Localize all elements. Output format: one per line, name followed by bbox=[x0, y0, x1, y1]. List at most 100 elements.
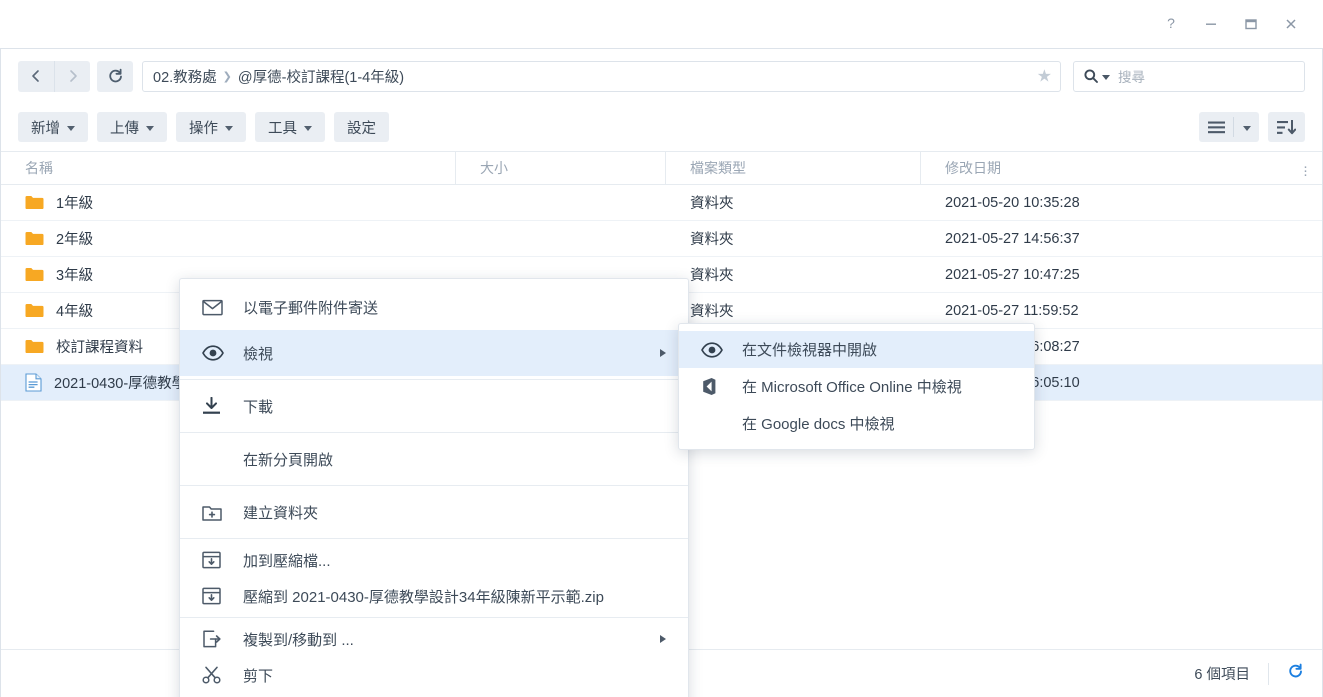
chevron-right-icon bbox=[660, 635, 666, 643]
column-header-name[interactable]: 名稱 bbox=[1, 152, 456, 184]
breadcrumb-separator: ❯ bbox=[222, 70, 232, 83]
eye-icon bbox=[202, 345, 226, 361]
menu-item-label: 以電子郵件附件寄送 bbox=[243, 299, 379, 317]
search-box[interactable]: 搜尋 bbox=[1073, 60, 1305, 92]
file-type-cell: 資料夾 bbox=[690, 304, 734, 320]
toolbar: 新增 上傳 操作 工具 設定 bbox=[1, 103, 1322, 151]
favorite-star-icon[interactable]: ★ bbox=[1037, 68, 1052, 85]
menu-separator bbox=[180, 617, 688, 618]
svg-text:?: ? bbox=[1167, 16, 1175, 31]
folder-plus-icon bbox=[202, 504, 226, 521]
settings-button[interactable]: 設定 bbox=[334, 112, 389, 142]
tools-button-label: 工具 bbox=[268, 120, 297, 137]
file-name-label: 校訂課程資料 bbox=[56, 340, 143, 356]
breadcrumb-item-1[interactable]: @厚德-校訂課程(1-4年級) bbox=[238, 66, 404, 87]
chevron-down-icon bbox=[67, 125, 75, 131]
column-header-row: 名稱 大小 檔案類型 修改日期 · · · bbox=[1, 151, 1322, 185]
office-icon bbox=[701, 377, 725, 396]
submenu-item-label: 在 Microsoft Office Online 中檢視 bbox=[742, 379, 962, 396]
breadcrumb-item-0[interactable]: 02.教務處 bbox=[153, 66, 217, 87]
create-button[interactable]: 新增 bbox=[18, 112, 88, 142]
menu-open-new-tab[interactable]: 在新分頁開啟 bbox=[180, 436, 688, 482]
menu-item-label: 複製到/移動到 ... bbox=[243, 631, 354, 649]
archive-icon bbox=[202, 587, 226, 605]
menu-view[interactable]: 檢視 bbox=[180, 330, 688, 376]
close-icon[interactable] bbox=[1271, 8, 1311, 40]
file-name-cell[interactable]: 1年級 bbox=[1, 192, 456, 213]
column-header-modified[interactable]: 修改日期 bbox=[921, 152, 1322, 184]
file-modified-cell: 2021-05-27 14:56:37 bbox=[945, 230, 1080, 247]
search-scope-caret-icon[interactable] bbox=[1102, 75, 1110, 80]
menu-item-label: 下載 bbox=[243, 398, 274, 416]
folder-icon bbox=[25, 268, 44, 281]
menu-item-label: 加到壓縮檔... bbox=[243, 552, 331, 570]
status-refresh-icon[interactable] bbox=[1287, 663, 1304, 685]
context-menu[interactable]: 以電子郵件附件寄送 檢視下載在新分頁開啟 建立資料夾加到壓縮檔... 壓縮到 2021… bbox=[179, 278, 689, 697]
upload-button[interactable]: 上傳 bbox=[97, 112, 167, 142]
back-button[interactable] bbox=[18, 60, 54, 92]
search-input[interactable]: 搜尋 bbox=[1118, 66, 1145, 86]
menu-send-as-email[interactable]: 以電子郵件附件寄送 bbox=[180, 284, 688, 330]
folder-icon bbox=[25, 196, 44, 209]
menu-cut[interactable]: 剪下 bbox=[180, 657, 688, 693]
eye-icon bbox=[701, 341, 723, 358]
file-type-cell: 資料夾 bbox=[690, 268, 734, 284]
menu-item-label: 剪下 bbox=[243, 667, 274, 685]
maximize-icon[interactable] bbox=[1231, 8, 1271, 40]
tools-button[interactable]: 工具 bbox=[255, 112, 325, 142]
create-button-label: 新增 bbox=[31, 120, 60, 137]
action-button[interactable]: 操作 bbox=[176, 112, 246, 142]
sort-button[interactable] bbox=[1268, 112, 1305, 142]
refresh-button[interactable] bbox=[97, 60, 133, 92]
search-icon bbox=[1084, 69, 1098, 83]
folder-icon bbox=[25, 232, 44, 245]
upload-button-label: 上傳 bbox=[110, 120, 139, 137]
chevron-down-icon bbox=[146, 125, 154, 131]
window-body: 02.教務處 ❯ @厚德-校訂課程(1-4年級) ★ 搜尋 新增 上傳 操作 工… bbox=[0, 48, 1323, 697]
office-icon bbox=[703, 378, 716, 395]
item-count-label: 6 個項目 bbox=[1194, 667, 1250, 683]
menu-item-label: 在新分頁開啟 bbox=[243, 451, 334, 469]
menu-item-label: 壓縮到 2021-0430-厚德教學設計34年級陳新平示範.zip bbox=[243, 588, 604, 606]
submenu-view-in-google-docs[interactable]: 在 Google docs 中檢視 bbox=[679, 405, 1034, 442]
table-row[interactable]: 1年級 資料夾 2021-05-20 10:35:28 bbox=[1, 185, 1322, 221]
folder-plus-icon bbox=[202, 505, 222, 521]
submenu-view-in-office-online[interactable]: 在 Microsoft Office Online 中檢視 bbox=[679, 368, 1034, 405]
menu-compress-to[interactable]: 壓縮到 2021-0430-厚德教學設計34年級陳新平示範.zip bbox=[180, 578, 688, 614]
minimize-icon[interactable] bbox=[1191, 8, 1231, 40]
context-submenu[interactable]: 在文件檢視器中開啟在 Microsoft Office Online 中檢視在 … bbox=[678, 323, 1035, 450]
view-mode-caret-icon[interactable] bbox=[1234, 124, 1259, 131]
menu-separator bbox=[180, 379, 688, 380]
view-mode-group[interactable] bbox=[1199, 112, 1259, 142]
file-name-cell[interactable]: 2年級 bbox=[1, 228, 456, 249]
archive-icon bbox=[202, 551, 226, 569]
file-name-label: 3年級 bbox=[56, 268, 94, 284]
column-header-size[interactable]: 大小 bbox=[456, 152, 666, 184]
submenu-item-label: 在文件檢視器中開啟 bbox=[742, 342, 878, 359]
forward-button[interactable] bbox=[54, 60, 90, 92]
menu-copy-move-to[interactable]: 複製到/移動到 ... bbox=[180, 621, 688, 657]
menu-add-to-archive[interactable]: 加到壓縮檔... bbox=[180, 542, 688, 578]
menu-create-folder[interactable]: 建立資料夾 bbox=[180, 489, 688, 535]
column-options-icon[interactable]: · · · bbox=[1303, 159, 1308, 182]
table-row[interactable]: 2年級 資料夾 2021-05-27 14:56:37 bbox=[1, 221, 1322, 257]
menu-copy[interactable]: 複製 bbox=[180, 693, 688, 697]
navigation-bar: 02.教務處 ❯ @厚德-校訂課程(1-4年級) ★ 搜尋 bbox=[1, 49, 1322, 103]
column-header-filetype[interactable]: 檔案類型 bbox=[666, 152, 921, 184]
download-icon bbox=[202, 397, 226, 415]
help-icon[interactable]: ? bbox=[1151, 8, 1191, 40]
submenu-open-in-document-viewer[interactable]: 在文件檢視器中開啟 bbox=[679, 331, 1034, 368]
scissors-icon bbox=[202, 666, 221, 684]
list-view-icon[interactable] bbox=[1199, 121, 1233, 134]
path-breadcrumb-bar[interactable]: 02.教務處 ❯ @厚德-校訂課程(1-4年級) ★ bbox=[142, 60, 1061, 92]
file-name-label: 2年級 bbox=[56, 232, 94, 248]
file-type-cell: 資料夾 bbox=[690, 232, 734, 248]
menu-item-label: 建立資料夾 bbox=[243, 504, 319, 522]
chevron-down-icon bbox=[304, 125, 312, 131]
folder-icon bbox=[25, 340, 44, 353]
menu-download[interactable]: 下載 bbox=[180, 383, 688, 429]
chevron-right-icon bbox=[660, 349, 666, 357]
menu-item-label: 檢視 bbox=[243, 345, 274, 363]
mail-icon bbox=[202, 299, 223, 315]
file-modified-cell: 2021-05-27 10:47:25 bbox=[945, 266, 1080, 283]
